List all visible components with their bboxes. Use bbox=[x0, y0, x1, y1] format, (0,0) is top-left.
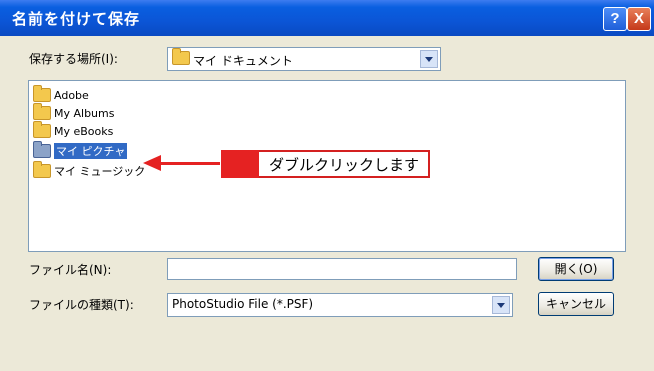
save-location-combo[interactable]: マイ ドキュメント bbox=[167, 47, 441, 71]
folder-icon bbox=[33, 121, 51, 138]
close-button[interactable]: X bbox=[627, 7, 651, 31]
annotation-arrowhead bbox=[143, 155, 161, 171]
list-item[interactable]: My Albums bbox=[33, 103, 115, 121]
list-item[interactable]: マイ ミュージック bbox=[33, 161, 146, 179]
annotation-arrow bbox=[160, 162, 220, 165]
list-item-label: My Albums bbox=[54, 106, 115, 120]
save-location-label: 保存する場所(I): bbox=[29, 52, 118, 66]
filename-input[interactable] bbox=[167, 258, 517, 280]
save-location-value: マイ ドキュメント bbox=[172, 48, 293, 69]
pictures-folder-icon bbox=[33, 141, 51, 158]
list-item[interactable]: Adobe bbox=[33, 85, 89, 103]
chevron-down-icon[interactable] bbox=[420, 50, 438, 68]
filename-label: ファイル名(N): bbox=[29, 263, 112, 277]
save-as-dialog: 名前を付けて保存 ? X 保存する場所(I): マイ ドキュメント ⇦ 📁 ✱ … bbox=[0, 0, 654, 371]
annotation-callout: ダブルクリックします bbox=[221, 150, 430, 178]
filetype-label: ファイルの種類(T): bbox=[29, 298, 134, 312]
title-bar[interactable]: 名前を付けて保存 ? X bbox=[0, 0, 654, 36]
list-item[interactable]: My eBooks bbox=[33, 121, 114, 139]
list-item-label: My eBooks bbox=[54, 124, 114, 138]
filetype-value: PhotoStudio File (*.PSF) bbox=[172, 297, 314, 311]
help-button[interactable]: ? bbox=[603, 7, 627, 31]
cancel-button[interactable]: キャンセル bbox=[538, 292, 614, 316]
list-item-label: マイ ミュージック bbox=[54, 165, 146, 178]
chevron-down-icon[interactable] bbox=[492, 296, 510, 314]
filetype-select[interactable]: PhotoStudio File (*.PSF) bbox=[167, 293, 513, 317]
window-title: 名前を付けて保存 bbox=[12, 10, 141, 28]
list-item-label: Adobe bbox=[54, 88, 89, 102]
annotation-marker bbox=[221, 150, 259, 178]
music-folder-icon bbox=[33, 161, 51, 178]
folder-icon bbox=[33, 103, 51, 120]
folder-icon bbox=[33, 85, 51, 102]
documents-folder-icon bbox=[172, 48, 190, 65]
annotation-text: ダブルクリックします bbox=[269, 156, 420, 174]
list-item-label: マイ ピクチャ bbox=[54, 143, 128, 159]
save-location-text: マイ ドキュメント bbox=[193, 54, 293, 68]
list-item-selected[interactable]: マイ ピクチャ bbox=[33, 141, 128, 159]
open-button[interactable]: 開く(O) bbox=[538, 257, 614, 281]
